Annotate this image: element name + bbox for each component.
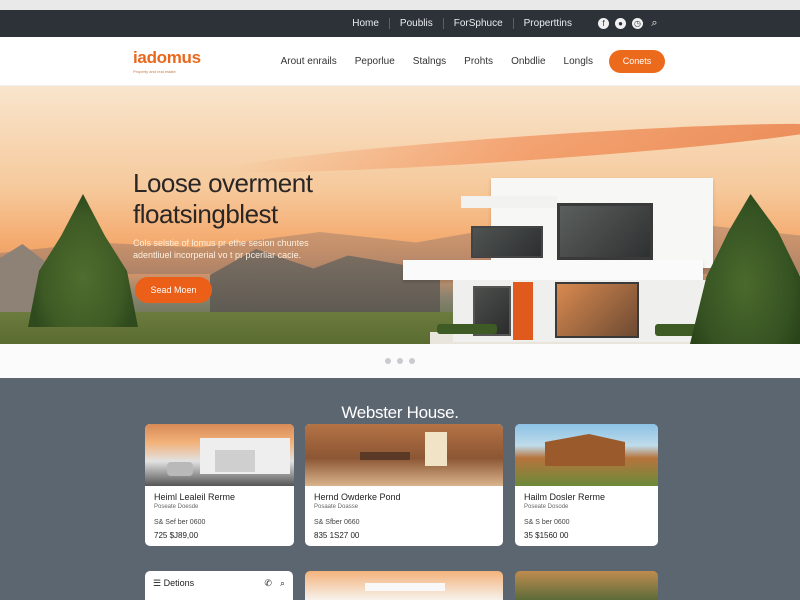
card-subtitle: Poseate Doesde: [154, 504, 199, 510]
card-price: 35 $1560 00: [524, 531, 569, 540]
listing-section: Webster House. Heiml Lealeil Rerme Posea…: [0, 378, 800, 600]
property-card-peek[interactable]: [515, 571, 658, 600]
search-icon[interactable]: ⌕: [280, 578, 285, 589]
time-icon[interactable]: ◷: [632, 18, 643, 29]
nav-link-stalngs[interactable]: Stalngs: [413, 56, 446, 67]
hero-title-line2: floatsingblest: [133, 199, 278, 229]
hero-cta-button[interactable]: Sead Moen: [135, 277, 212, 303]
phone-icon[interactable]: ✆: [264, 578, 272, 589]
card-title: Hernd Owderke Pond: [314, 492, 401, 502]
nav-cta-button[interactable]: Conets: [609, 49, 665, 73]
hero-title-line1: Loose overment: [133, 168, 313, 198]
util-link-properttins[interactable]: Properttins: [512, 18, 582, 29]
card-price: 835 1S27 00: [314, 531, 360, 540]
modern-house-image: [403, 178, 715, 343]
property-card[interactable]: Hernd Owderke Pond Posaate Doasse S& Sfb…: [305, 424, 503, 546]
utility-bar: Home Poublis ForSphuce Properttins f ● ◷…: [0, 10, 800, 37]
hero-subtitle: Cols selstie of lomus pr ethe sesion chu…: [133, 237, 353, 261]
slider-dot[interactable]: [409, 358, 415, 364]
nav-link-onbdlie[interactable]: Onbdlie: [511, 56, 545, 67]
top-strip: [0, 0, 800, 10]
hero-subtitle-line1: Cols selstie of lomus pr ethe sesion chu…: [133, 238, 309, 248]
util-icons: f ● ◷ ⌕: [598, 17, 660, 29]
card-subtitle: Poseate Dosode: [524, 504, 569, 510]
tree-left: [28, 194, 138, 327]
nav-link-peporlue[interactable]: Peporlue: [355, 56, 395, 67]
card-detail: S& S ber 0600: [524, 519, 570, 526]
property-card[interactable]: Heiml Lealeil Rerme Poseate Doesde S& Se…: [145, 424, 294, 546]
card-detail: S& Sef ber 0600: [154, 519, 206, 526]
nav-link-prohts[interactable]: Prohts: [464, 56, 493, 67]
facebook-icon[interactable]: f: [598, 18, 609, 29]
card-price: 725 $J89,00: [154, 531, 199, 540]
util-link-forsphuce[interactable]: ForSphuce: [442, 18, 513, 29]
options-label: Detions: [163, 578, 195, 588]
property-card[interactable]: Hailm Dosler Rerme Poseate Dosode S& S b…: [515, 424, 658, 546]
slider-dot[interactable]: [397, 358, 403, 364]
brand-logo[interactable]: iadomus Property and real estate: [133, 48, 201, 74]
card-title: Hailm Dosler Rerme: [524, 492, 606, 502]
menu-icon: ☰: [153, 578, 164, 588]
nav-link-longls[interactable]: Longls: [564, 56, 593, 67]
nav-links: Arout enrails Peporlue Stalngs Prohts On…: [281, 56, 593, 67]
hero-subtitle-line2: adentliuel incorperial vo t pr pcerliar …: [133, 250, 302, 260]
hero-title: Loose overment floatsingblest: [133, 168, 313, 230]
property-image: [145, 424, 294, 486]
property-card-peek[interactable]: [305, 571, 503, 600]
social-icon[interactable]: ●: [615, 18, 626, 29]
property-image: [515, 424, 658, 486]
card-title: Heiml Lealeil Rerme: [154, 492, 236, 502]
sky-streak: [229, 115, 800, 181]
card-detail: S& Sfber 0660: [314, 519, 360, 526]
property-image: [305, 424, 503, 486]
hedge: [437, 324, 497, 334]
slider-dot[interactable]: [385, 358, 391, 364]
listing-title: Webster House.: [341, 403, 459, 422]
nav-link-arout-enrails[interactable]: Arout enrails: [281, 56, 337, 67]
main-nav: iadomus Property and real estate Arout e…: [0, 37, 800, 86]
hero-banner: Loose overment floatsingblest Cols selst…: [0, 86, 800, 344]
options-card[interactable]: ☰ Detions ✆ ⌕: [145, 571, 293, 600]
brand-tagline: Property and real estate: [133, 69, 176, 74]
search-icon[interactable]: ⌕: [649, 17, 660, 29]
util-link-poublis[interactable]: Poublis: [388, 18, 443, 29]
slider-dots: [0, 344, 800, 378]
util-link-home[interactable]: Home: [342, 18, 389, 29]
card-subtitle: Posaate Doasse: [314, 504, 359, 510]
brand-name: iadomus: [133, 48, 201, 67]
